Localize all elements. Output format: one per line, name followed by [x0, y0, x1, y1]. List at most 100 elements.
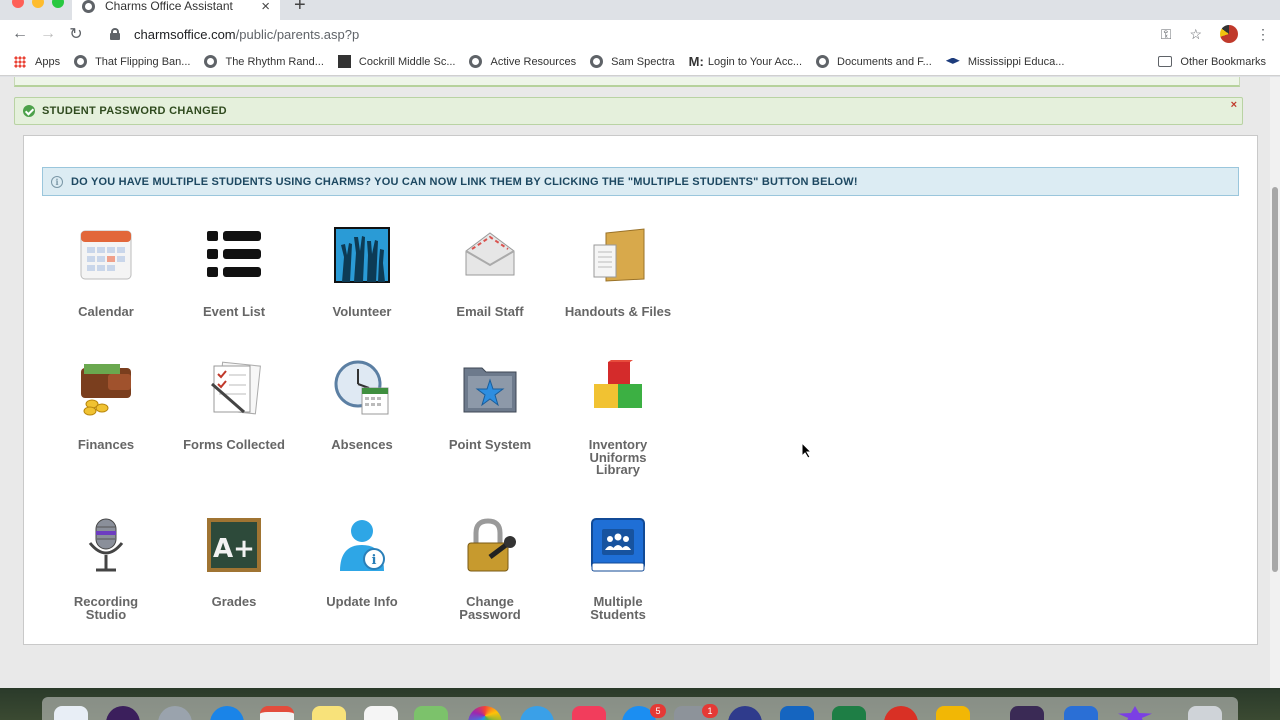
bookmark-label: Documents and F...	[837, 55, 932, 68]
tile-recording-studio[interactable]: Recording Studio	[42, 517, 170, 621]
bookmark-label: Active Resources	[490, 55, 577, 68]
globe-icon	[204, 55, 218, 68]
outlook-icon[interactable]	[780, 706, 814, 720]
tile-label: Absences	[331, 437, 393, 452]
blocks-icon	[590, 358, 646, 416]
bookmark-item[interactable]: Mississippi Educa...	[945, 56, 1064, 68]
trash-icon[interactable]	[1188, 706, 1222, 720]
tile-inventory-uniforms-library[interactable]: Inventory Uniforms Library	[554, 358, 682, 477]
address-bar[interactable]: charmsoffice.com/public/parents.asp?p	[100, 21, 1150, 47]
tile-label: Multiple Students	[590, 594, 646, 622]
bookmark-item[interactable]: Documents and F...	[816, 55, 932, 68]
minimize-window-button[interactable]	[32, 0, 44, 8]
svg-text:i: i	[372, 553, 377, 568]
bookmark-label: Login to Your Acc...	[707, 55, 803, 68]
bookmark-item[interactable]: Sam Spectra	[590, 55, 675, 68]
bookmark-item[interactable]: That Flipping Ban...	[74, 55, 190, 68]
tile-label: Calendar	[78, 304, 134, 319]
tile-handouts-files[interactable]: Handouts & Files	[554, 227, 682, 319]
info-icon: i	[51, 175, 63, 188]
calendar-icon	[78, 227, 134, 283]
zoom-window-button[interactable]	[52, 0, 64, 8]
page-content: STUDENT PASSWORD CHANGED × i DO YOU HAVE…	[0, 77, 1280, 688]
tile-update-info[interactable]: i Update Info	[298, 517, 426, 609]
excel-icon[interactable]	[832, 706, 866, 720]
page-scrollbar[interactable]	[1270, 77, 1280, 688]
finder-icon[interactable]	[54, 706, 88, 720]
close-alert-icon[interactable]: ×	[1231, 99, 1237, 111]
raised-hands-icon	[334, 227, 390, 283]
tile-multiple-students[interactable]: Multiple Students	[554, 517, 682, 621]
key-icon[interactable]: ⚿	[1161, 26, 1172, 43]
bookmark-item[interactable]: M: Login to Your Acc...	[689, 54, 802, 69]
menu-icon[interactable]: ⋮	[1256, 26, 1270, 43]
star-folder-icon	[462, 360, 518, 416]
parents-menu-panel: i DO YOU HAVE MULTIPLE STUDENTS USING CH…	[23, 135, 1258, 645]
tile-label: Change Password	[459, 594, 521, 622]
check-circle-icon	[23, 105, 35, 117]
scroll-thumb[interactable]	[1272, 187, 1278, 572]
app-icon[interactable]	[936, 706, 970, 720]
forms-icon	[206, 360, 262, 416]
new-tab-button[interactable]: +	[294, 0, 306, 17]
svg-text:A+: A+	[213, 534, 255, 564]
tab-strip: Charms Office Assistant × +	[0, 0, 1280, 20]
forward-button[interactable]: →	[34, 25, 62, 43]
folder-files-icon	[590, 227, 646, 283]
tile-absences[interactable]: Absences	[298, 360, 426, 452]
tile-point-system[interactable]: Point System	[426, 360, 554, 452]
tile-event-list[interactable]: Event List	[170, 227, 298, 319]
info-alert-text: DO YOU HAVE MULTIPLE STUDENTS USING CHAR…	[71, 175, 858, 188]
bookmark-item[interactable]: Cockrill Middle Sc...	[337, 55, 456, 68]
app-icon[interactable]	[1010, 706, 1044, 720]
music-icon[interactable]	[572, 706, 606, 720]
clock-calendar-icon	[334, 360, 390, 416]
tile-grades[interactable]: A+ Grades	[170, 517, 298, 609]
chalkboard-grade-icon: A+	[206, 517, 262, 573]
bookmark-item[interactable]: Active Resources	[469, 55, 576, 68]
profile-avatar[interactable]	[1220, 25, 1238, 43]
tile-label: Point System	[448, 437, 532, 452]
calendar-app-icon[interactable]	[260, 706, 294, 720]
app-icon[interactable]	[1064, 706, 1098, 720]
tile-label: Forms Collected	[183, 437, 285, 452]
globe-icon	[590, 55, 604, 68]
tile-volunteer[interactable]: Volunteer	[298, 227, 426, 319]
user-info-icon: i	[334, 517, 390, 573]
other-bookmarks[interactable]: Other Bookmarks	[1158, 56, 1266, 68]
browser-tab[interactable]: Charms Office Assistant ×	[72, 0, 280, 20]
microphone-icon	[78, 517, 134, 573]
browser-toolbar: ← → ↻ charmsoffice.com/public/parents.as…	[0, 20, 1280, 48]
bookmark-label: Sam Spectra	[611, 55, 675, 68]
info-alert: i DO YOU HAVE MULTIPLE STUDENTS USING CH…	[42, 167, 1239, 196]
tile-label: Email Staff	[456, 304, 524, 319]
bookmark-item[interactable]: The Rhythm Rand...	[204, 55, 324, 68]
bookmark-apps[interactable]: Apps	[14, 55, 61, 68]
padlock-key-icon	[462, 517, 518, 573]
bookmark-label: Cockrill Middle Sc...	[358, 55, 456, 68]
close-window-button[interactable]	[12, 0, 24, 8]
reload-button[interactable]: ↻	[62, 24, 90, 44]
tile-change-password[interactable]: Change Password	[426, 517, 554, 621]
star-icon[interactable]: ☆	[1189, 26, 1202, 43]
group-book-icon	[590, 517, 646, 573]
tile-calendar[interactable]: Calendar	[42, 227, 170, 319]
maps-icon[interactable]	[414, 706, 448, 720]
folder-icon	[1158, 56, 1173, 67]
back-button[interactable]: ←	[6, 25, 34, 43]
tile-forms-collected[interactable]: Forms Collected	[170, 360, 298, 452]
reminders-icon[interactable]	[364, 706, 398, 720]
bookmarks-bar: Apps That Flipping Ban... The Rhythm Ran…	[0, 48, 1280, 76]
tile-label: Inventory Uniforms Library	[588, 437, 648, 477]
school-logo-icon	[337, 55, 351, 68]
bookmark-label: Apps	[35, 55, 61, 68]
tile-finances[interactable]: Finances	[42, 360, 170, 452]
wallet-icon	[78, 360, 134, 416]
tile-label: Volunteer	[332, 304, 392, 319]
bookmark-label: The Rhythm Rand...	[225, 55, 324, 68]
envelope-icon	[462, 227, 518, 283]
notes-icon[interactable]	[312, 706, 346, 720]
close-tab-icon[interactable]: ×	[261, 0, 270, 15]
url-host: charmsoffice.com	[134, 26, 236, 42]
tile-email-staff[interactable]: Email Staff	[426, 227, 554, 319]
